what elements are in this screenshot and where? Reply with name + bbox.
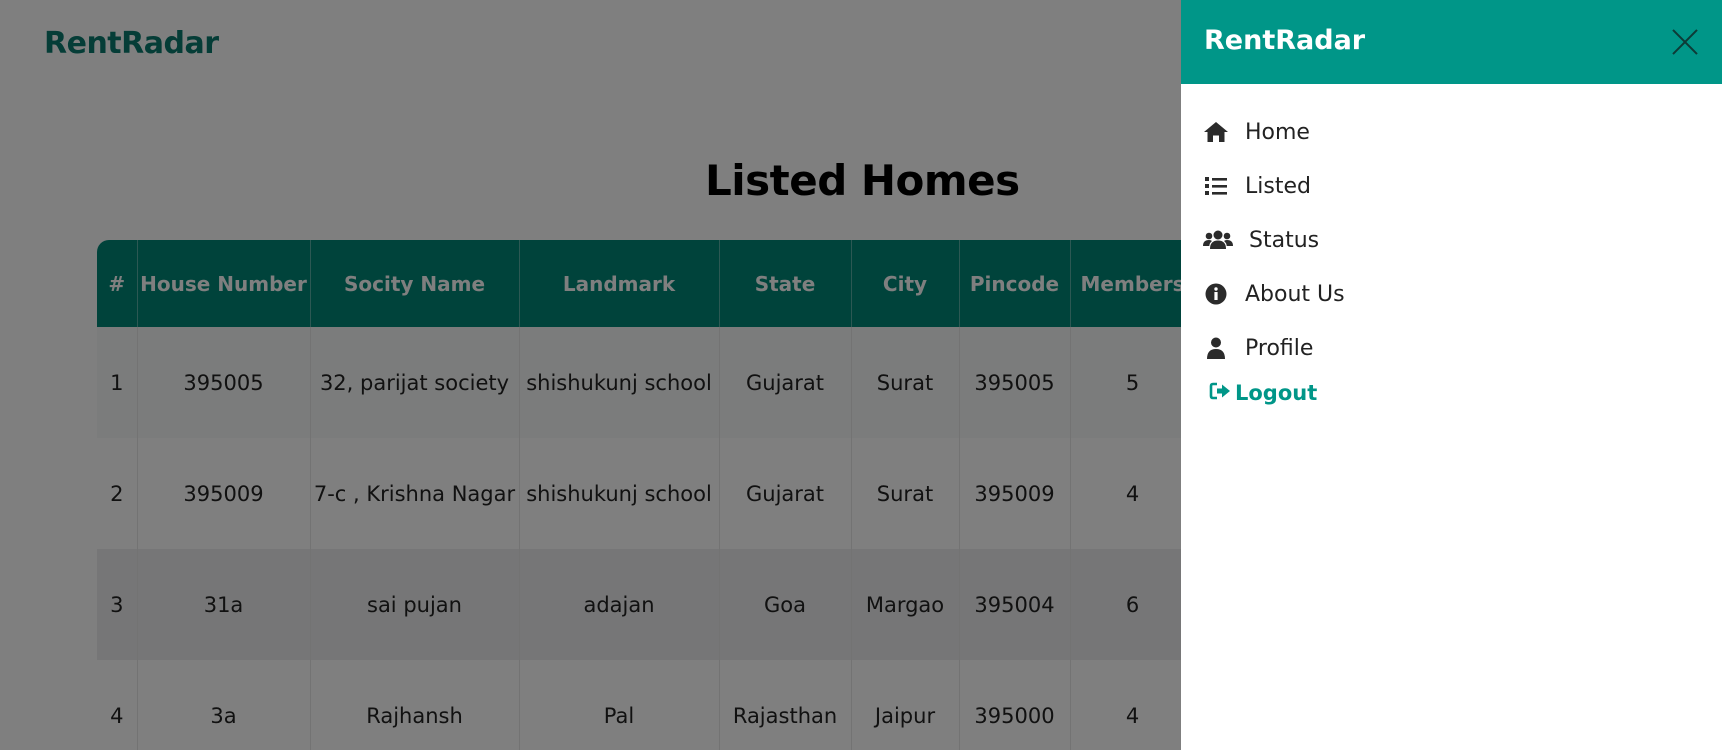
sidebar-item-label: Status [1249, 227, 1320, 253]
close-icon[interactable] [1671, 28, 1699, 56]
list-icon [1203, 173, 1229, 199]
logout-icon [1209, 381, 1231, 405]
sidebar-menu: Home Listed Status About Us Profile [1181, 105, 1722, 375]
offcanvas-title: RentRadar [1204, 25, 1366, 56]
user-icon [1203, 335, 1229, 361]
sidebar-item-home[interactable]: Home [1181, 105, 1722, 159]
sidebar-item-listed[interactable]: Listed [1181, 159, 1722, 213]
sidebar-item-label: Listed [1245, 173, 1311, 199]
sidebar-item-label: Profile [1245, 335, 1314, 361]
info-icon [1203, 281, 1229, 307]
sidebar-item-about-us[interactable]: About Us [1181, 267, 1722, 321]
sidebar-item-label: About Us [1245, 281, 1345, 307]
logout-label: Logout [1235, 381, 1318, 405]
users-icon [1203, 227, 1233, 253]
home-icon [1203, 119, 1229, 145]
sidebar-item-profile[interactable]: Profile [1181, 321, 1722, 375]
sidebar-item-label: Home [1245, 119, 1310, 145]
offcanvas-header: RentRadar [1181, 0, 1722, 84]
offcanvas-sidebar: RentRadar Home Listed Status About Us Pr… [1181, 0, 1722, 750]
logout-link[interactable]: Logout [1209, 381, 1317, 405]
sidebar-item-status[interactable]: Status [1181, 213, 1722, 267]
